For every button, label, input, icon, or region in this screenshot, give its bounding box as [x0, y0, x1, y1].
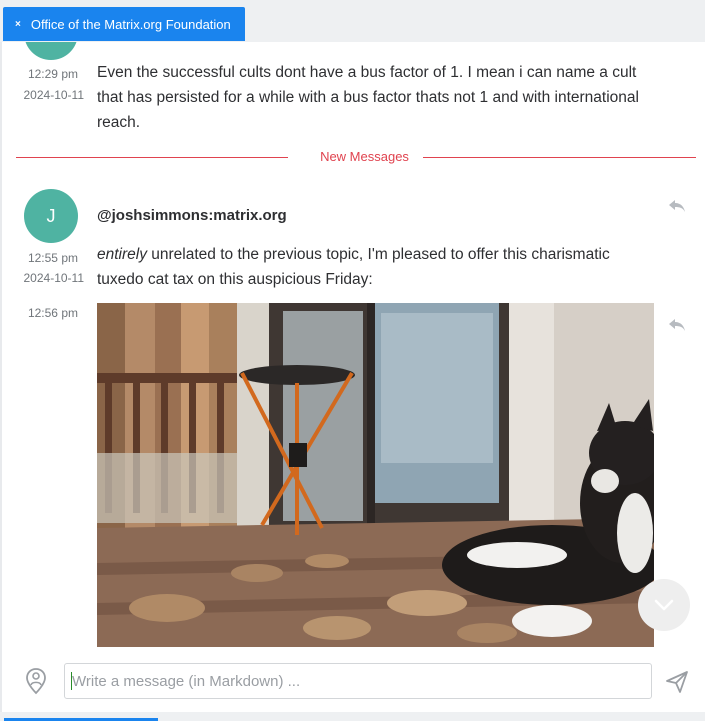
sender-name[interactable]: @joshsimmons:matrix.org: [97, 207, 287, 224]
new-messages-label: New Messages: [320, 149, 409, 164]
avatar[interactable]: J: [24, 189, 78, 243]
scroll-to-bottom-button[interactable]: [638, 579, 690, 631]
message-timeline[interactable]: 12:29 pm 2024-10-11 Even the successful …: [0, 42, 705, 656]
message-body: Even the successful cults dont have a bu…: [97, 64, 639, 131]
text-caret: [71, 672, 72, 690]
new-messages-divider: New Messages: [16, 149, 696, 164]
message-body: entirely unrelated to the previous topic…: [97, 242, 657, 292]
room-header-bar: × Office of the Matrix.org Foundation: [0, 0, 705, 42]
cat-photo-image[interactable]: [97, 303, 654, 647]
close-tab-icon[interactable]: ×: [15, 19, 21, 30]
location-pin-icon[interactable]: [22, 666, 50, 696]
message-text: unrelated to the previous topic, I'm ple…: [97, 246, 610, 288]
message-date: 2024-10-11: [23, 271, 85, 285]
message-emphasis: entirely: [97, 246, 147, 263]
message-time: 12:56 pm: [27, 306, 78, 320]
send-icon[interactable]: [664, 669, 690, 695]
message-date: 2024-10-11: [23, 88, 85, 102]
room-tab[interactable]: × Office of the Matrix.org Foundation: [3, 7, 245, 41]
room-tab-title: Office of the Matrix.org Foundation: [30, 16, 231, 32]
message-time: 12:29 pm: [27, 67, 78, 81]
message-composer: [0, 656, 705, 712]
message-input[interactable]: [64, 663, 652, 699]
reply-icon[interactable]: [666, 196, 688, 216]
message-time: 12:55 pm: [27, 251, 78, 265]
reply-icon[interactable]: [666, 315, 688, 335]
avatar[interactable]: [24, 42, 78, 60]
chevron-down-icon: [654, 599, 674, 611]
